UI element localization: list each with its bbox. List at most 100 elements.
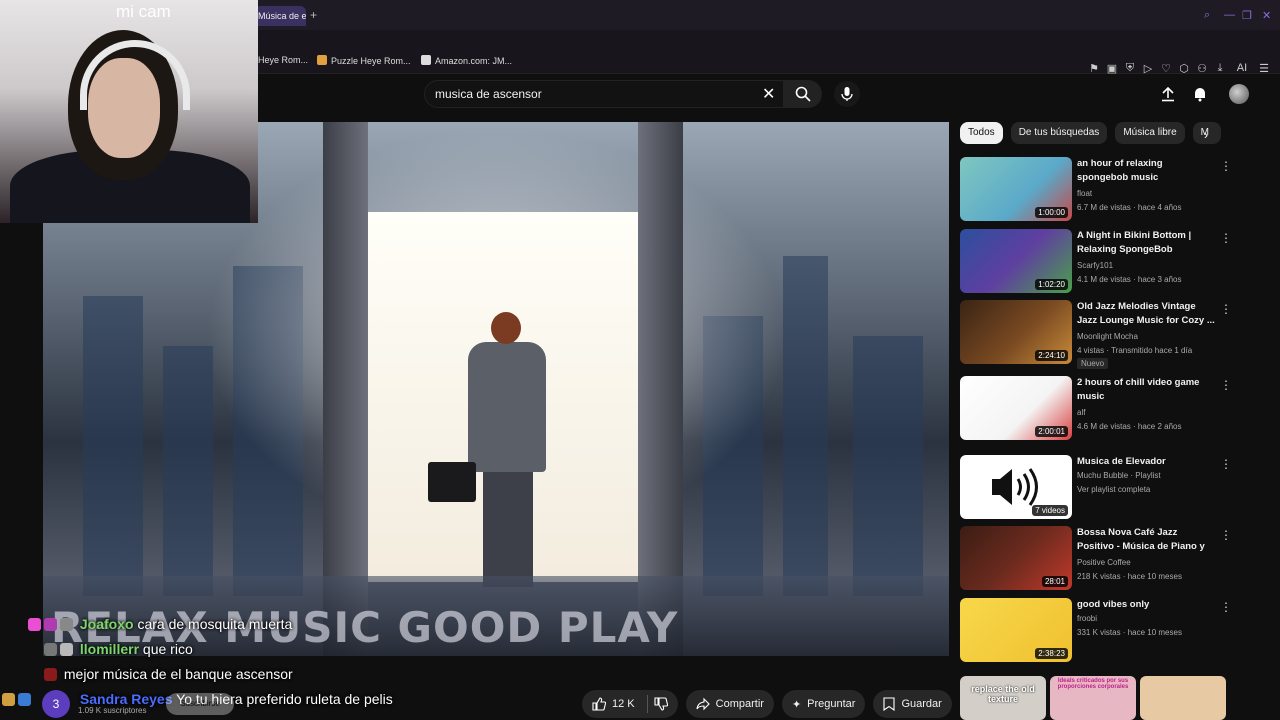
recommendation-item[interactable]: 28:01 Bossa Nova Café Jazz Positivo - Mú… [960, 526, 1232, 594]
channel-name[interactable]: float [1077, 189, 1092, 198]
more-vertical-icon[interactable]: ⋮ [1220, 600, 1232, 614]
more-vertical-icon[interactable]: ⋮ [1220, 457, 1232, 471]
close-window-icon[interactable]: ✕ [1262, 9, 1271, 22]
channel-name[interactable]: Positive Coffee [1077, 558, 1131, 567]
filter-chips: Todos De tus búsquedas Música libre M [960, 122, 1221, 144]
recommendation-item[interactable]: 1:00:00 an hour of relaxing spongebob mu… [960, 157, 1232, 225]
badge-icon [60, 643, 73, 656]
chip-free-music[interactable]: Música libre [1115, 122, 1185, 144]
short-caption: replace the old texture [971, 684, 1035, 704]
video-title[interactable]: Old Jazz Melodies Vintage Jazz Lounge Mu… [1077, 300, 1215, 328]
save-label: Guardar [901, 698, 942, 710]
video-meta: 6.7 M de vistas · hace 4 años [1077, 203, 1182, 212]
chat-text: que rico [142, 641, 193, 657]
badge-icon [2, 693, 15, 706]
chat-message: Joafoxo cara de mosquita muerta [28, 616, 292, 632]
recommendation-item[interactable]: 2:38:23 good vibes only froobi 331 K vis… [960, 598, 1232, 666]
recommendation-item[interactable]: 2:00:01 2 hours of chill video game musi… [960, 376, 1232, 444]
short-thumbnail[interactable]: replace the old texture [960, 676, 1046, 720]
thumbs-down-icon[interactable] [654, 697, 668, 711]
man-figure-head [491, 312, 521, 344]
channel-name[interactable]: Moonlight Mocha [1077, 332, 1138, 341]
notifications-button[interactable] [1190, 84, 1210, 104]
search-input[interactable]: musica de ascensor [424, 80, 784, 108]
short-thumbnail[interactable]: Ideals criticados por sus proporciones c… [1050, 676, 1136, 720]
bookmark-item[interactable]: Amazon.com: JM... [421, 55, 512, 66]
duration-badge: 2:00:01 [1035, 426, 1068, 437]
thumbs-up-icon [592, 697, 606, 711]
recommendation-item[interactable]: 2:24:10 Old Jazz Melodies Vintage Jazz L… [960, 300, 1232, 369]
new-tab-button[interactable]: + [310, 8, 317, 22]
more-vertical-icon[interactable]: ⋮ [1220, 302, 1232, 316]
voice-search-button[interactable] [834, 81, 860, 107]
video-actions: 12 K Compartir ✦ Preguntar Guardar ••• [582, 690, 988, 718]
video-thumbnail[interactable]: 28:01 [960, 526, 1072, 590]
webcam-overlay: mi cam [0, 0, 258, 223]
bookmark-item[interactable]: Puzzle Heye Rom... [317, 55, 411, 66]
subscribe-button[interactable]: Suscribirse [166, 693, 234, 715]
duration-badge: 28:01 [1041, 576, 1068, 587]
channel-name[interactable]: froobi [1077, 614, 1097, 623]
video-title[interactable]: Bossa Nova Café Jazz Positivo - Música d… [1077, 526, 1215, 554]
chip-all[interactable]: Todos [960, 122, 1003, 144]
bookmark-item[interactable]: Heye Rom... [258, 55, 308, 65]
badge-icon [44, 643, 57, 656]
search-icon [795, 86, 811, 102]
video-thumbnail[interactable]: 2:24:10 [960, 300, 1072, 364]
search-tabs-icon[interactable]: ⌕ [1204, 9, 1210, 22]
channel-name[interactable]: Scarfy101 [1077, 261, 1113, 270]
channel-name[interactable]: Muchu Bubble · Playlist [1077, 471, 1161, 480]
save-button[interactable]: Guardar [873, 690, 952, 718]
video-title[interactable]: an hour of relaxing spongebob music [1077, 157, 1215, 185]
minimize-icon[interactable]: — [1224, 9, 1235, 21]
duration-badge: 1:00:00 [1035, 207, 1068, 218]
video-meta: 4.6 M de vistas · hace 2 años [1077, 422, 1182, 431]
bell-icon [1195, 88, 1205, 102]
maximize-icon[interactable]: ❐ [1242, 9, 1252, 22]
duration-badge: 2:38:23 [1035, 648, 1068, 659]
video-meta: 4 vistas · Transmitido hace 1 día [1077, 346, 1193, 355]
video-title[interactable]: Musica de Elevador [1077, 455, 1215, 469]
video-thumbnail[interactable]: 2:38:23 [960, 598, 1072, 662]
like-count: 12 K [612, 698, 635, 710]
video-thumbnail[interactable]: 1:00:00 [960, 157, 1072, 221]
short-thumbnail[interactable] [1140, 676, 1226, 720]
playlist-thumbnail[interactable]: 7 videos [960, 455, 1072, 519]
chat-username: Joafoxo [79, 616, 134, 632]
video-thumbnail[interactable]: 1:02:20 [960, 229, 1072, 293]
account-avatar[interactable] [1229, 84, 1249, 104]
duration-badge: 1:02:20 [1035, 279, 1068, 290]
chevron-right-icon[interactable]: › [1204, 128, 1208, 142]
ask-button[interactable]: ✦ Preguntar [781, 690, 866, 718]
share-button[interactable]: Compartir [685, 690, 774, 718]
browser-tab[interactable]: Música de e [254, 6, 306, 26]
search-button[interactable] [784, 80, 822, 108]
more-vertical-icon[interactable]: ⋮ [1220, 231, 1232, 245]
recommendation-item[interactable]: 1:02:20 A Night in Bikini Bottom | Relax… [960, 229, 1232, 297]
view-playlist-link[interactable]: Ver playlist completa [1077, 485, 1150, 494]
video-title[interactable]: 2 hours of chill video game music [1077, 376, 1215, 404]
amazon-favicon [421, 55, 431, 65]
new-badge: Nuevo [1077, 358, 1109, 369]
recommendation-item[interactable]: 7 videos Musica de Elevador Muchu Bubble… [960, 455, 1232, 523]
share-icon [696, 697, 710, 711]
more-vertical-icon[interactable]: ⋮ [1220, 378, 1232, 392]
video-thumbnail[interactable]: 2:00:01 [960, 376, 1072, 440]
bookmark-favicon [317, 55, 327, 65]
channel-name[interactable]: alf [1077, 408, 1085, 417]
sparkle-icon: ✦ [791, 698, 802, 711]
more-vertical-icon[interactable]: ⋮ [1220, 159, 1232, 173]
clear-search-icon[interactable]: ✕ [762, 84, 775, 104]
video-title[interactable]: A Night in Bikini Bottom | Relaxing Spon… [1077, 229, 1215, 257]
chat-text: cara de mosquita muerta [137, 616, 293, 632]
more-vertical-icon[interactable]: ⋮ [1220, 528, 1232, 542]
webcam-label: mi cam [116, 2, 171, 21]
chip-from-searches[interactable]: De tus búsquedas [1010, 122, 1108, 144]
divider [646, 695, 648, 713]
chat-username: llomillerr [79, 641, 140, 657]
chat-message: llomillerr que rico [44, 641, 193, 657]
video-meta: 4.1 M de vistas · hace 3 años [1077, 275, 1182, 284]
like-button[interactable]: 12 K [582, 690, 678, 718]
upload-button[interactable] [1158, 84, 1178, 104]
video-title[interactable]: good vibes only [1077, 598, 1215, 612]
